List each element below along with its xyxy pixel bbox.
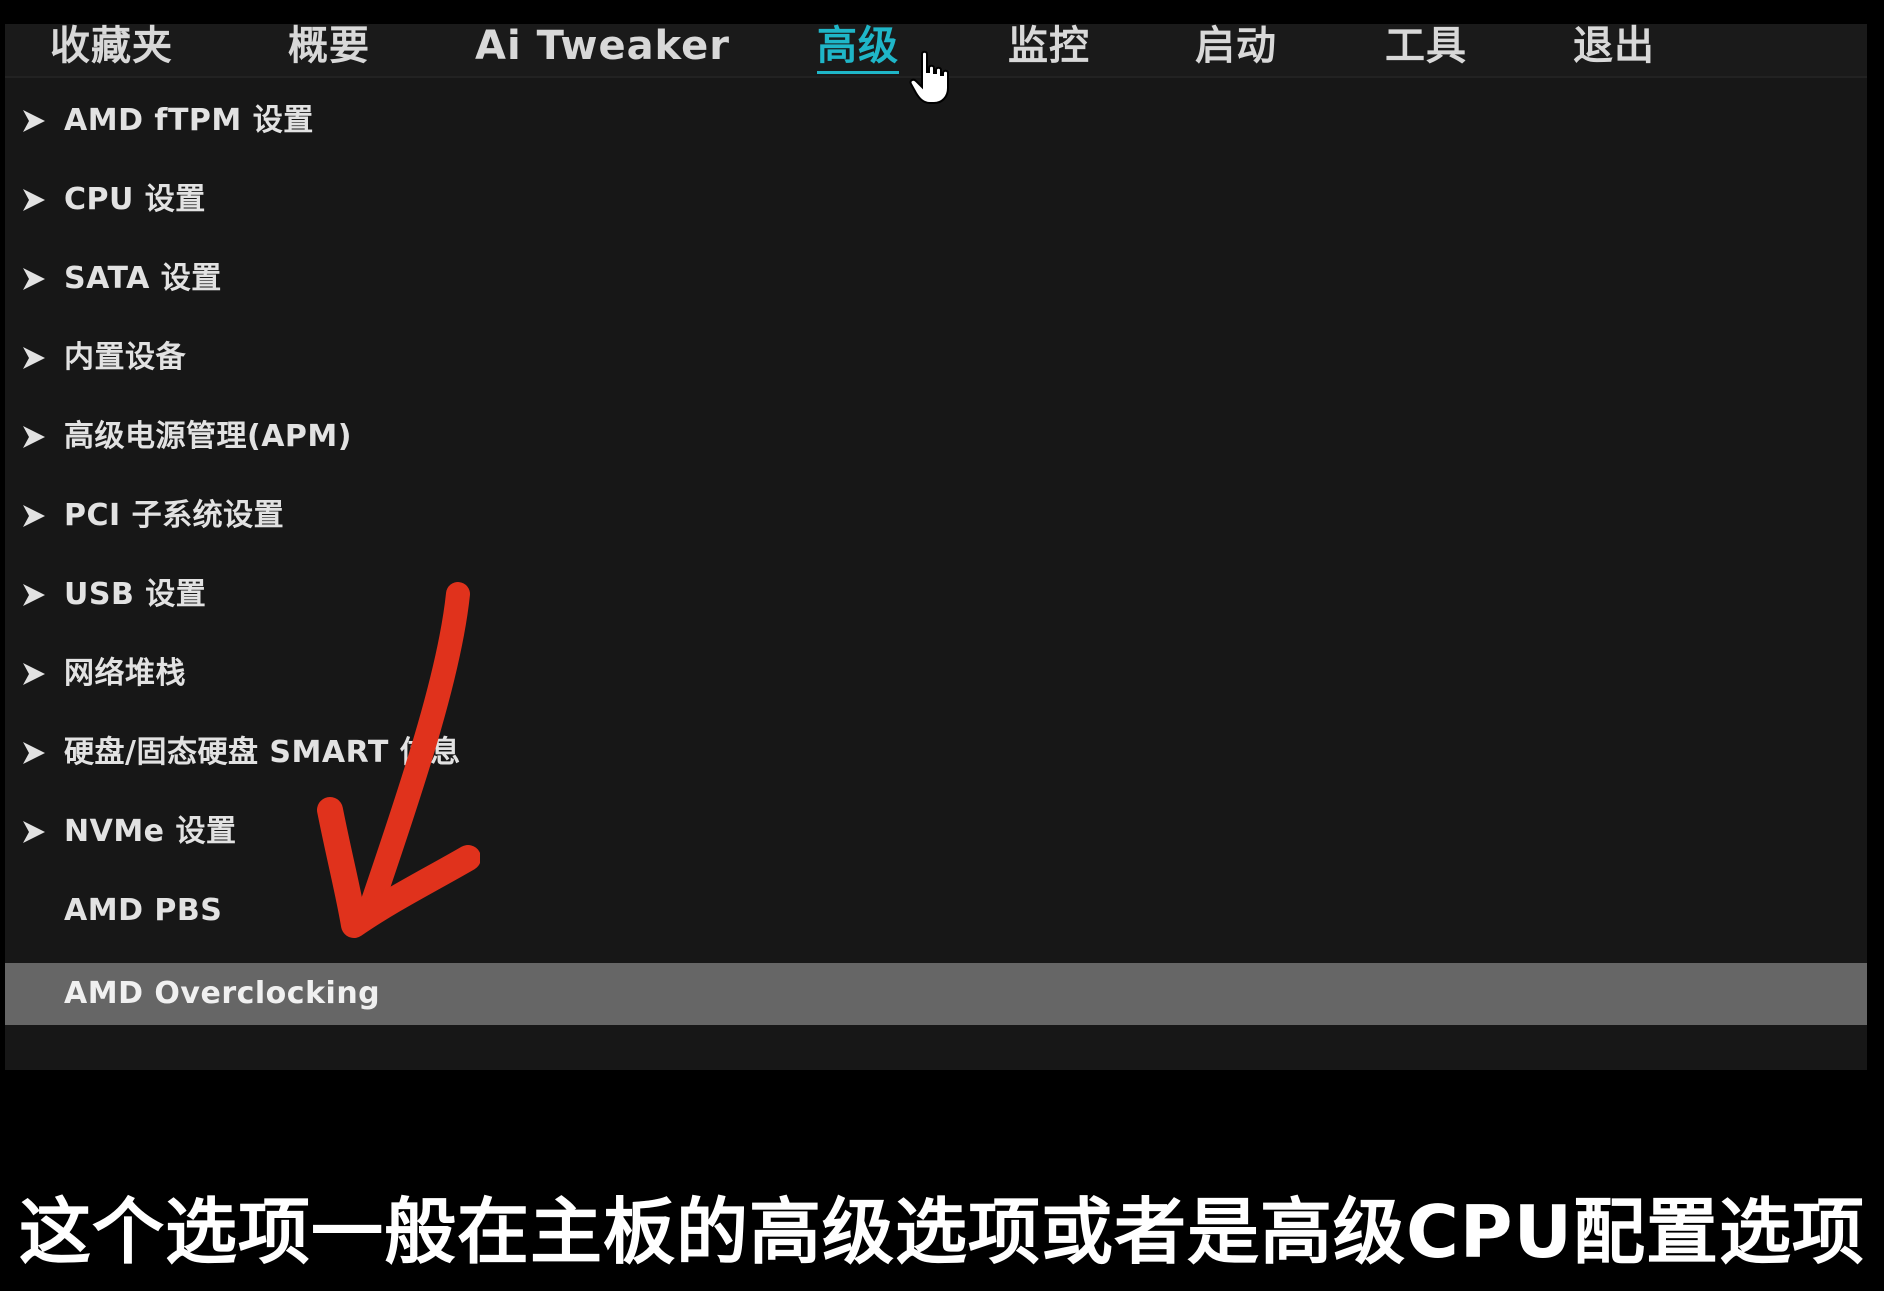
chevron-right-icon	[23, 426, 45, 448]
chevron-right-icon	[23, 110, 45, 132]
menu-item-sata[interactable]: SATA 设置	[5, 244, 1867, 323]
chevron-right-icon	[23, 505, 45, 527]
tab-label: 监控	[1008, 23, 1090, 69]
tab-tool[interactable]: 工具	[1385, 24, 1467, 76]
chevron-right-icon	[23, 347, 45, 369]
tab-label: 收藏夹	[50, 23, 173, 69]
menu-item-label: PCI 子系统设置	[64, 498, 285, 533]
chevron-right-icon	[23, 268, 45, 290]
menu-item-label: AMD PBS	[64, 893, 223, 928]
menu-item-label: SATA 设置	[64, 261, 222, 296]
tab-exit[interactable]: 退出	[1573, 24, 1655, 76]
advanced-menu-list: AMD fTPM 设置 CPU 设置 SATA 设置 内置设备 高级电源管理(A…	[5, 86, 1867, 1025]
bios-panel: 收藏夹 概要 Ai Tweaker 高级 监控 启动 工具 退出 AMD fTP…	[5, 23, 1867, 1070]
menu-item-label: 网络堆栈	[64, 656, 186, 691]
menu-item-apm[interactable]: 高级电源管理(APM)	[5, 402, 1867, 481]
tab-label: Ai Tweaker	[475, 23, 730, 69]
tab-label: 启动	[1195, 23, 1277, 69]
tab-label: 工具	[1385, 23, 1467, 69]
menu-item-usb[interactable]: USB 设置	[5, 560, 1867, 639]
menu-item-pci-subsystem[interactable]: PCI 子系统设置	[5, 481, 1867, 560]
tab-monitor[interactable]: 监控	[1008, 24, 1090, 76]
menu-item-amd-overclocking[interactable]: AMD Overclocking	[5, 963, 1867, 1025]
tab-label: 概要	[288, 23, 370, 69]
menu-item-label: AMD fTPM 设置	[64, 103, 314, 138]
tab-favorites[interactable]: 收藏夹	[50, 24, 173, 76]
tab-boot[interactable]: 启动	[1195, 24, 1277, 76]
menu-item-label: AMD Overclocking	[64, 976, 381, 1011]
menu-item-label: 高级电源管理(APM)	[64, 419, 352, 454]
menu-item-onboard-devices[interactable]: 内置设备	[5, 323, 1867, 402]
annotation-arrow	[317, 582, 480, 938]
tab-ai-tweaker[interactable]: Ai Tweaker	[475, 24, 730, 76]
menu-item-label: CPU 设置	[64, 182, 206, 217]
menu-item-label: 内置设备	[64, 340, 186, 375]
menu-item-amd-pbs[interactable]: AMD PBS	[5, 876, 1867, 955]
video-subtitle: 这个选项一般在主板的高级选项或者是高级CPU配置选项	[18, 1190, 1866, 1274]
chevron-right-icon	[23, 584, 45, 606]
tab-advanced[interactable]: 高级	[817, 23, 899, 76]
menu-item-network-stack[interactable]: 网络堆栈	[5, 639, 1867, 718]
menu-item-label: NVMe 设置	[64, 814, 237, 849]
menu-item-nvme[interactable]: NVMe 设置	[5, 797, 1867, 876]
tab-overview[interactable]: 概要	[288, 24, 370, 76]
menu-item-smart-info[interactable]: 硬盘/固态硬盘 SMART 信息	[5, 718, 1867, 797]
menu-item-label: USB 设置	[64, 577, 207, 612]
tab-label: 高级	[817, 23, 899, 74]
chevron-right-icon	[23, 742, 45, 764]
chevron-right-icon	[23, 189, 45, 211]
menu-item-amd-ftpm[interactable]: AMD fTPM 设置	[5, 86, 1867, 165]
tab-label: 退出	[1573, 23, 1655, 69]
chevron-right-icon	[23, 821, 45, 843]
chevron-right-icon	[23, 663, 45, 685]
menu-item-cpu[interactable]: CPU 设置	[5, 165, 1867, 244]
